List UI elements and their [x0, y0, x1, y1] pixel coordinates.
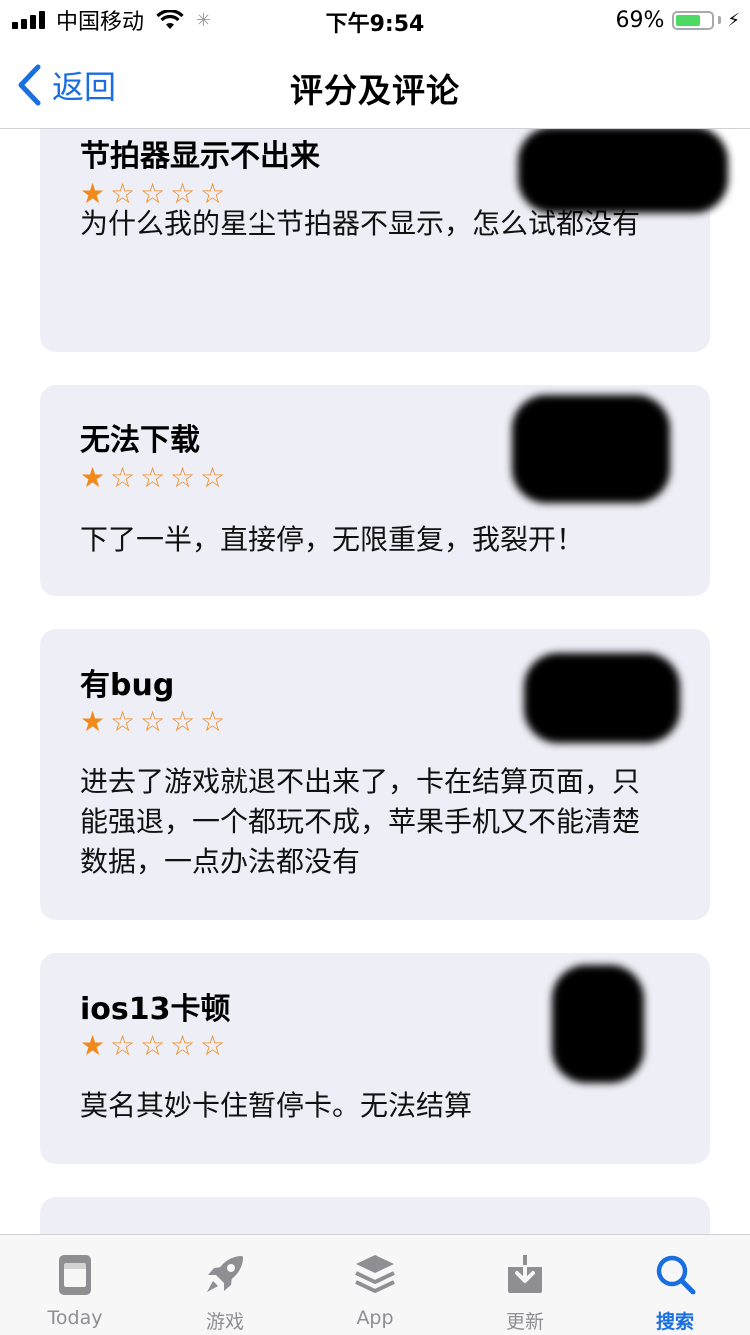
star-empty-icon: ☆	[170, 1029, 196, 1062]
star-empty-icon: ☆	[110, 461, 136, 494]
search-icon	[656, 1255, 696, 1295]
star-empty-icon: ☆	[110, 1029, 136, 1062]
review-card[interactable]: 节拍器显示不出来 ★ ☆ ☆ ☆ ☆ 为什么我的星尘节拍器不显示，怎么试都没有	[40, 129, 728, 352]
tab-label: 游戏	[205, 1311, 244, 1333]
review-title: 无法下载	[80, 423, 200, 458]
star-filled-icon: ★	[80, 1029, 106, 1062]
star-empty-icon: ☆	[200, 1029, 226, 1062]
redacted-area	[552, 965, 644, 1083]
star-empty-icon: ☆	[110, 705, 136, 738]
tab-bar: Today 游戏 App 更新 搜索	[0, 1234, 750, 1335]
review-title: 有bug	[80, 668, 175, 703]
today-icon	[59, 1255, 91, 1295]
review-card[interactable]	[40, 1197, 710, 1234]
star-empty-icon: ☆	[200, 705, 226, 738]
star-empty-icon: ☆	[140, 1029, 166, 1062]
tab-apps[interactable]: App	[300, 1235, 450, 1335]
reviews-list[interactable]: 节拍器显示不出来 ★ ☆ ☆ ☆ ☆ 为什么我的星尘节拍器不显示，怎么试都没有 无法下载…	[0, 129, 750, 1234]
tab-label: App	[356, 1307, 394, 1329]
star-empty-icon: ☆	[140, 461, 166, 494]
review-body: 下了一半，直接停，无限重复，我裂开！	[80, 523, 585, 556]
star-filled-icon: ★	[80, 705, 106, 738]
star-empty-icon: ☆	[200, 461, 226, 494]
tab-label: 搜索	[655, 1311, 694, 1333]
charging-icon: ⚡	[727, 9, 740, 31]
rocket-icon	[207, 1256, 243, 1292]
layers-icon	[355, 1255, 395, 1293]
tab-label: Today	[47, 1307, 103, 1329]
review-body: 莫名其妙卡住暂停卡。无法结算	[80, 1089, 473, 1122]
navigation-bar: 返回 评分及评论	[0, 40, 750, 129]
review-title: 节拍器显示不出来	[80, 139, 320, 174]
star-empty-icon: ☆	[170, 705, 196, 738]
star-rating: ★ ☆ ☆ ☆ ☆	[80, 464, 230, 492]
review-card[interactable]: ios13卡顿 ★ ☆ ☆ ☆ ☆ 莫名其妙卡住暂停卡。无法结算	[40, 953, 710, 1164]
page-title: 评分及评论	[290, 71, 460, 110]
star-filled-icon: ★	[80, 461, 106, 494]
review-card[interactable]: 无法下载 ★ ☆ ☆ ☆ ☆ 下了一半，直接停，无限重复，我裂开！	[40, 385, 710, 596]
battery-icon	[672, 10, 715, 30]
status-bar: 中国移动 ✳ 下午9:54 69% ⚡	[0, 0, 750, 40]
tab-games[interactable]: 游戏	[150, 1235, 300, 1335]
tab-search[interactable]: 搜索	[600, 1235, 750, 1335]
tab-updates[interactable]: 更新	[450, 1235, 600, 1335]
star-empty-icon: ☆	[170, 461, 196, 494]
download-icon	[508, 1255, 542, 1293]
review-card[interactable]: 有bug ★ ☆ ☆ ☆ ☆ 进去了游戏就退不出来了，卡在结算页面，只能强退，一个都玩不…	[40, 629, 710, 920]
tab-label: 更新	[505, 1311, 544, 1333]
battery-cap	[718, 16, 722, 24]
battery-percent: 69%	[615, 7, 665, 33]
redacted-area	[512, 395, 670, 503]
star-empty-icon: ☆	[140, 705, 166, 738]
review-title: ios13卡顿	[80, 992, 231, 1027]
star-rating: ★ ☆ ☆ ☆ ☆	[80, 1032, 230, 1060]
star-rating: ★ ☆ ☆ ☆ ☆	[80, 708, 230, 736]
redacted-area	[524, 653, 680, 743]
tab-today[interactable]: Today	[0, 1235, 150, 1335]
redacted-area	[518, 129, 728, 213]
review-body: 进去了游戏就退不出来了，卡在结算页面，只能强退，一个都玩不成，苹果手机又不能清楚…	[80, 765, 641, 878]
